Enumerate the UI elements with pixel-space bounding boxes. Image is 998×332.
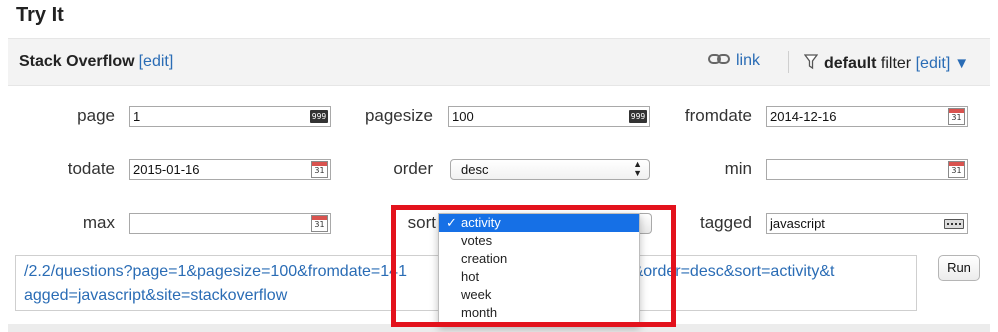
order-value: desc [461, 162, 489, 177]
annotation-highlight-box [391, 205, 676, 327]
filter-group: default filter [edit] ▼ [804, 52, 969, 73]
todate-label: todate [67, 159, 115, 178]
select-arrows-icon: ▲ ▼ [633, 159, 642, 178]
calendar-icon[interactable]: 31 [948, 161, 965, 178]
tagged-value: javascript [770, 216, 825, 231]
fromdate-input[interactable]: 2014-12-16 31 [766, 106, 968, 127]
chain-link-icon [708, 54, 730, 64]
permalink[interactable]: link [708, 52, 760, 70]
min-input[interactable]: 31 [766, 159, 968, 180]
min-label: min [724, 159, 752, 178]
site-name: Stack Overflow [edit] [19, 53, 173, 71]
page-label: page [77, 106, 115, 125]
pagesize-input[interactable]: 100 999 [448, 106, 650, 127]
max-input[interactable]: 31 [129, 213, 331, 234]
page-input[interactable]: 1 999 [129, 106, 331, 127]
fromdate-value: 2014-12-16 [770, 109, 837, 124]
page-title: Try It [16, 4, 64, 26]
order-label: order [393, 159, 433, 178]
site-edit-link[interactable]: [edit] [139, 53, 174, 70]
site-name-text: Stack Overflow [19, 53, 135, 70]
filter-word: filter [880, 55, 912, 72]
max-label: max [82, 213, 115, 232]
filter-edit-link[interactable]: [edit] [916, 55, 951, 72]
pagesize-label: pagesize [364, 106, 433, 125]
todate-value: 2015-01-16 [133, 162, 200, 177]
order-select[interactable]: desc ▲ ▼ [450, 159, 650, 180]
filter-dropdown-caret-icon[interactable]: ▼ [954, 55, 969, 72]
run-button[interactable]: Run [938, 255, 980, 281]
todate-input[interactable]: 2015-01-16 31 [129, 159, 331, 180]
site-bar: Stack Overflow [edit] link default filter… [8, 38, 990, 86]
filter-funnel-icon [804, 54, 818, 70]
pagesize-value: 100 [452, 109, 474, 124]
link-label: link [736, 52, 761, 69]
calendar-icon[interactable]: 31 [948, 108, 965, 125]
filter-name: default [824, 55, 877, 72]
request-url-text: /2.2/questions?page=1&pagesize=100&fromd… [24, 263, 407, 280]
keyboard-icon[interactable] [944, 219, 964, 229]
page-value: 1 [133, 109, 141, 124]
request-url-line-2: agged=javascript&site=stackoverflow [24, 287, 288, 304]
divider [788, 51, 789, 73]
fromdate-label: fromdate [684, 106, 752, 125]
tagged-input[interactable]: javascript [766, 213, 968, 234]
